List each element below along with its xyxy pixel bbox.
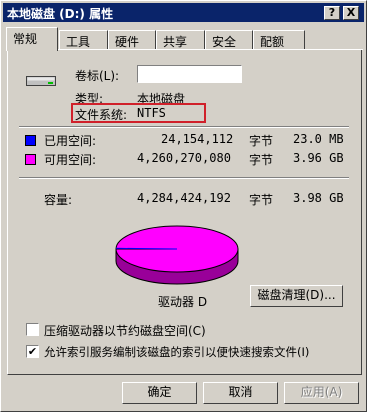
tab-security[interactable]: 安全 [205,30,253,49]
ok-button[interactable]: 确定 [122,382,197,404]
compress-checkbox[interactable] [26,323,39,336]
tab-quota[interactable]: 配额 [253,30,305,49]
index-label[interactable]: 允许索引服务编制该磁盘的索引以便快速搜索文件(I) [44,344,309,360]
capacity-caption: 容量: [44,193,73,207]
used-color-swatch [25,135,36,146]
free-unit: 字节 [249,153,274,167]
free-bytes: 4,260,270,080 [137,151,231,165]
tab-sharing[interactable]: 共享 [156,30,205,49]
free-color-swatch [25,154,36,165]
tab-general[interactable]: 常规 [6,27,58,51]
capacity-size: 3.98 GB [293,191,344,205]
free-size: 3.96 GB [293,151,344,165]
capacity-bytes: 4,284,424,192 [137,191,231,205]
drive-icon [26,76,56,86]
properties-window: 本地磁盘 (D:) 属性 ? X 常规 工具 硬件 共享 安全 配额 卷标(L)… [0,0,367,412]
used-size: 23.0 MB [293,132,344,146]
tab-hardware[interactable]: 硬件 [108,30,156,49]
help-button[interactable]: ? [324,6,340,20]
capacity-unit: 字节 [249,193,274,207]
apply-button[interactable]: 应用(A) [284,382,359,404]
filesystem-value: NTFS [137,106,166,120]
title-bar: 本地磁盘 (D:) 属性 ? X [3,3,364,22]
used-bytes: 24,154,112 [161,132,234,146]
cancel-button[interactable]: 取消 [203,382,278,404]
volume-label-input[interactable] [137,65,242,83]
drive-caption: 驱动器 D [158,295,208,309]
free-caption: 可用空间: [44,153,97,167]
index-checkbox[interactable]: ✔ [26,345,39,358]
close-button[interactable]: X [343,6,359,20]
filesystem-caption: 文件系统: [75,108,128,122]
disk-usage-pie [115,225,239,285]
tab-tools[interactable]: 工具 [59,30,108,49]
window-title: 本地磁盘 (D:) 属性 [7,7,114,21]
disk-cleanup-button[interactable]: 磁盘清理(D)... [250,285,343,307]
compress-label[interactable]: 压缩驱动器以节约磁盘空间(C) [44,322,206,339]
volume-label-caption: 卷标(L): [75,69,120,83]
used-unit: 字节 [249,134,274,148]
used-caption: 已用空间: [44,134,97,148]
